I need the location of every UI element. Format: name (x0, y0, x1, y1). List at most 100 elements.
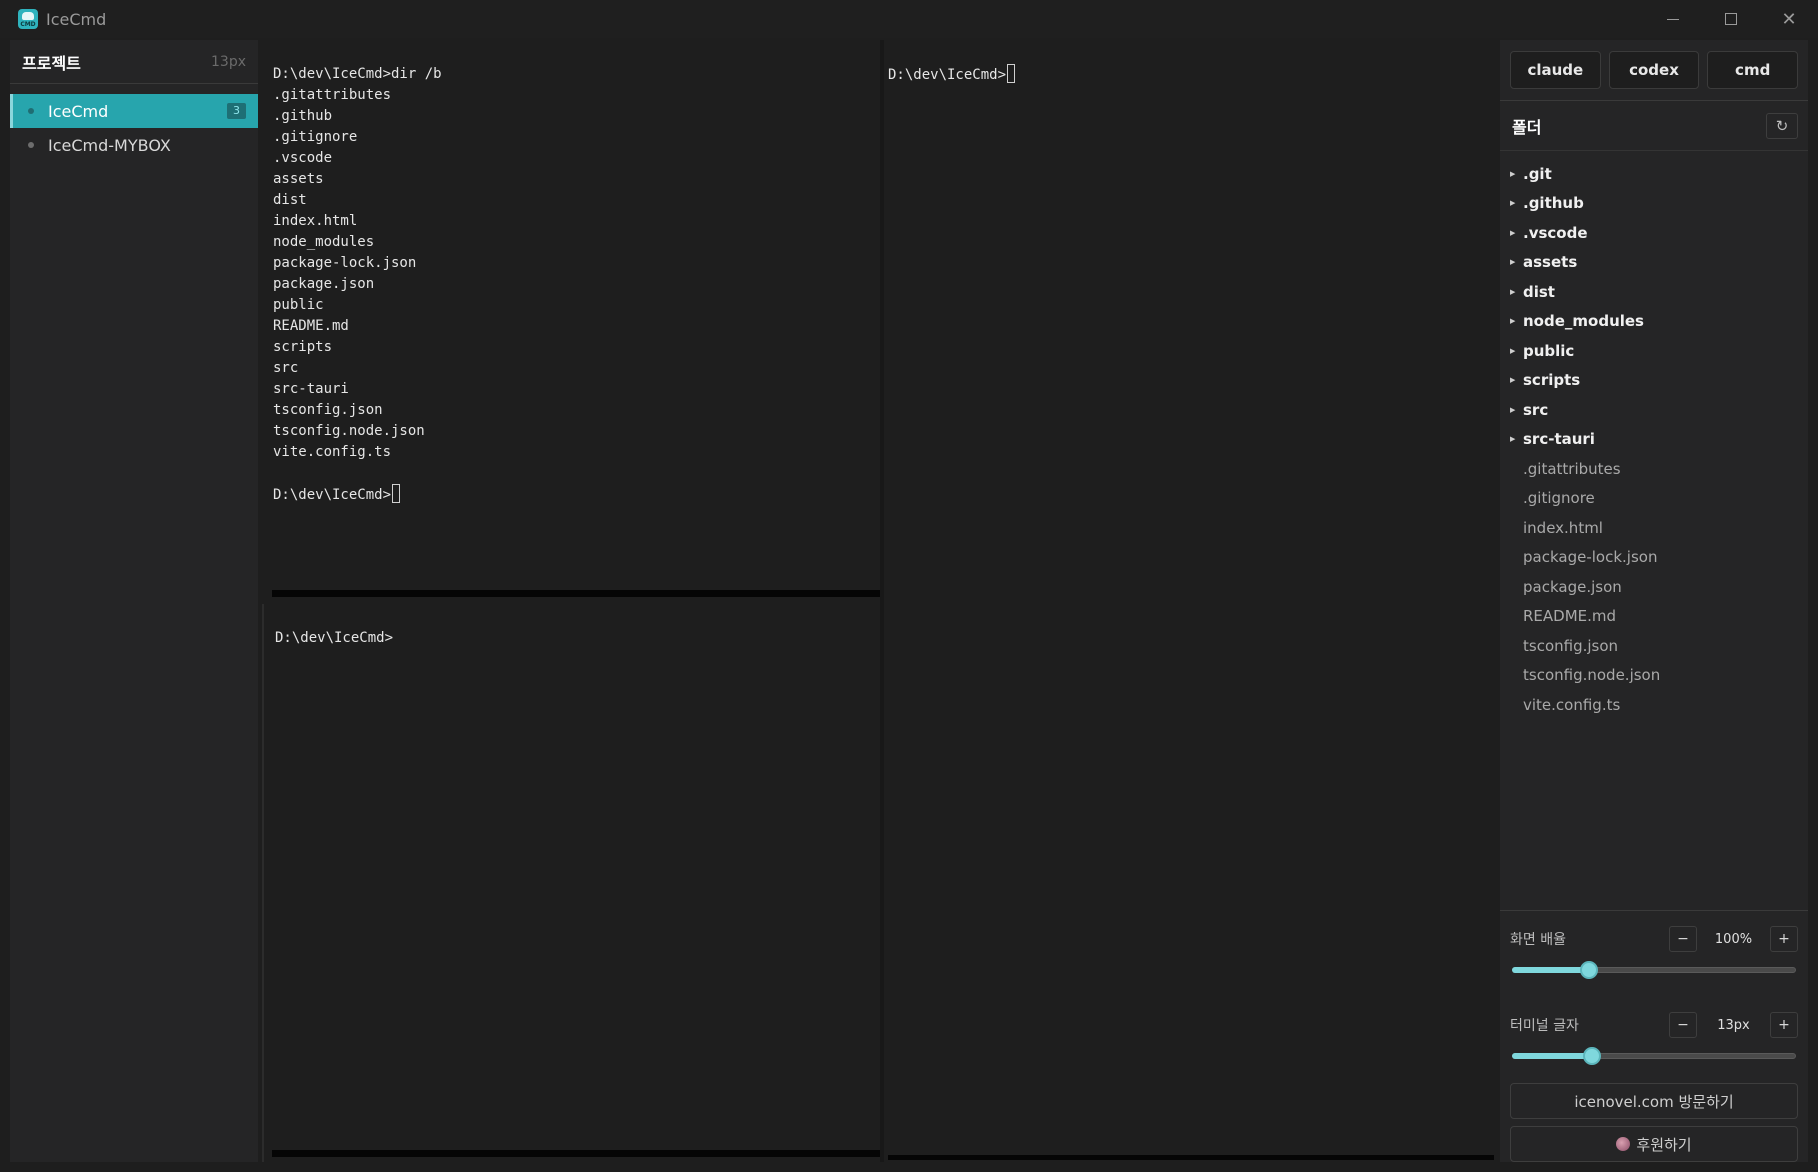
tree-item-label: scripts (1523, 371, 1581, 390)
terminal-top-left[interactable]: D:\dev\IceCmd>dir /b .gitattributes .githu… (262, 40, 880, 600)
sidebar-title: 프로젝트 (22, 53, 81, 73)
terminal-prompt: D:\dev\IceCmd> (273, 487, 392, 503)
terminal-line: README.md (273, 318, 349, 334)
tree-folder[interactable]: ▶ src (1500, 395, 1808, 425)
visit-site-label: icenovel.com 방문하기 (1574, 1092, 1734, 1111)
slider-thumb[interactable] (1579, 961, 1598, 979)
slider-thumb[interactable] (1582, 1047, 1601, 1065)
tree-file[interactable]: vite.config.ts (1500, 690, 1808, 720)
maximize-icon (1725, 13, 1737, 25)
tree-file[interactable]: .gitignore (1500, 484, 1808, 514)
project-label: IceCmd-MYBOX (48, 135, 171, 155)
tree-item-label: vite.config.ts (1523, 695, 1621, 714)
terminal-prompt-line: D:\dev\IceCmd> (273, 484, 880, 506)
terminal-scrollbar[interactable] (272, 590, 880, 597)
terminal-line: package.json (273, 276, 375, 292)
slider-fill (1512, 1053, 1592, 1059)
visit-site-button[interactable]: icenovel.com 방문하기 (1510, 1083, 1798, 1119)
caret-right-icon: ▶ (1510, 169, 1516, 178)
codex-button[interactable]: codex (1608, 51, 1700, 89)
terminal-right[interactable]: D:\dev\IceCmd> (884, 40, 1498, 1162)
tree-file[interactable]: package-lock.json (1500, 543, 1808, 573)
tree-item-label: tsconfig.node.json (1523, 666, 1661, 685)
terminal-font-label: 터미널 글자 (1510, 1018, 1579, 1034)
terminal-line: node_modules (273, 234, 375, 250)
terminal-prompt-line: D:\dev\IceCmd> (275, 628, 880, 649)
tree-item-label: package.json (1523, 577, 1622, 596)
terminal-line: package-lock.json (273, 255, 417, 271)
terminal-bottom-left[interactable]: D:\dev\IceCmd> (262, 604, 880, 1162)
cursor-icon (1007, 64, 1016, 83)
close-button[interactable]: ✕ (1760, 0, 1818, 38)
terminal-line: src-tauri (273, 381, 349, 397)
tree-folder[interactable]: ▶ scripts (1500, 366, 1808, 396)
tree-item-label: src-tauri (1523, 430, 1595, 449)
project-item-icecmd-mybox[interactable]: IceCmd-MYBOX (10, 128, 258, 162)
caret-right-icon: ▶ (1510, 317, 1516, 326)
font-value: 13px (1717, 1017, 1750, 1033)
tree-item-label: .gitattributes (1523, 459, 1621, 478)
zoom-increase-button[interactable]: + (1770, 926, 1798, 952)
donate-icon (1616, 1137, 1631, 1151)
font-increase-button[interactable]: + (1770, 1012, 1798, 1038)
caret-right-icon: ▶ (1510, 376, 1516, 385)
sidebar-header: 프로젝트 13px (10, 40, 258, 84)
caret-right-icon: ▶ (1510, 228, 1516, 237)
tree-file[interactable]: README.md (1500, 602, 1808, 632)
cursor-icon (392, 484, 401, 503)
terminal-line: .gitattributes (273, 87, 392, 103)
folder-header: 폴더 ↻ (1500, 100, 1808, 150)
tree-file[interactable]: .gitattributes (1500, 454, 1808, 484)
minimize-icon (1667, 18, 1679, 20)
terminal-line: assets (273, 171, 324, 187)
refresh-button[interactable]: ↻ (1766, 112, 1798, 139)
maximize-button[interactable] (1702, 0, 1760, 38)
zoom-slider[interactable] (1512, 957, 1796, 983)
tree-folder[interactable]: ▶ dist (1500, 277, 1808, 307)
tree-folder[interactable]: ▶ public (1500, 336, 1808, 366)
zoom-setting: 화면 배율 − 100% + (1510, 921, 1798, 957)
tree-folder[interactable]: ▶ assets (1500, 248, 1808, 278)
terminal-line: public (273, 297, 324, 313)
tree-file[interactable]: index.html (1500, 513, 1808, 543)
folder-title: 폴더 (1512, 117, 1542, 137)
tree-file[interactable]: package.json (1500, 572, 1808, 602)
tree-folder[interactable]: ▶ .vscode (1500, 218, 1808, 248)
project-dot-icon (28, 142, 34, 148)
settings-panel: 화면 배율 − 100% + 터미널 글자 − 13px + icenovel.… (1500, 910, 1808, 1162)
terminal-scrollbar[interactable] (272, 1150, 880, 1157)
tree-file[interactable]: tsconfig.node.json (1500, 661, 1808, 691)
minimize-button[interactable] (1644, 0, 1702, 38)
claude-button[interactable]: claude (1510, 51, 1601, 89)
font-decrease-button[interactable]: − (1669, 1012, 1697, 1038)
tree-item-label: README.md (1523, 607, 1617, 626)
terminal-line: .vscode (273, 150, 333, 166)
zoom-decrease-button[interactable]: − (1669, 926, 1697, 952)
terminal-line: tsconfig.node.json (273, 423, 425, 439)
caret-right-icon: ▶ (1510, 199, 1516, 208)
donate-button[interactable]: 후원하기 (1510, 1126, 1798, 1162)
donate-label: 후원하기 (1636, 1135, 1692, 1154)
tree-item-label: src (1523, 400, 1549, 419)
terminal-font-slider[interactable] (1512, 1043, 1796, 1069)
project-item-icecmd[interactable]: IceCmd 3 (10, 94, 258, 128)
project-sidebar: 프로젝트 13px IceCmd 3 IceCmd-MYBOX (10, 40, 258, 1162)
terminal-line: D:\dev\IceCmd>dir /b (273, 66, 442, 82)
tree-folder[interactable]: ▶ .github (1500, 189, 1808, 219)
tree-folder[interactable]: ▶ src-tauri (1500, 425, 1808, 455)
tree-file[interactable]: tsconfig.json (1500, 631, 1808, 661)
terminal-line: scripts (273, 339, 333, 355)
tree-item-label: .github (1523, 194, 1584, 213)
terminal-line: .github (273, 108, 333, 124)
tree-item-label: package-lock.json (1523, 548, 1658, 567)
title-bar: CMD IceCmd ✕ (0, 0, 1818, 38)
tree-folder[interactable]: ▶ node_modules (1500, 307, 1808, 337)
tree-item-label: dist (1523, 282, 1555, 301)
terminal-scrollbar[interactable] (888, 1155, 1494, 1160)
tree-folder[interactable]: ▶ .git (1500, 159, 1808, 189)
app-logo-icon: CMD (18, 9, 38, 29)
cmd-button[interactable]: cmd (1707, 51, 1799, 89)
app-title: IceCmd (46, 9, 107, 29)
terminal-line: vite.config.ts (273, 444, 392, 460)
slider-fill (1512, 967, 1589, 973)
